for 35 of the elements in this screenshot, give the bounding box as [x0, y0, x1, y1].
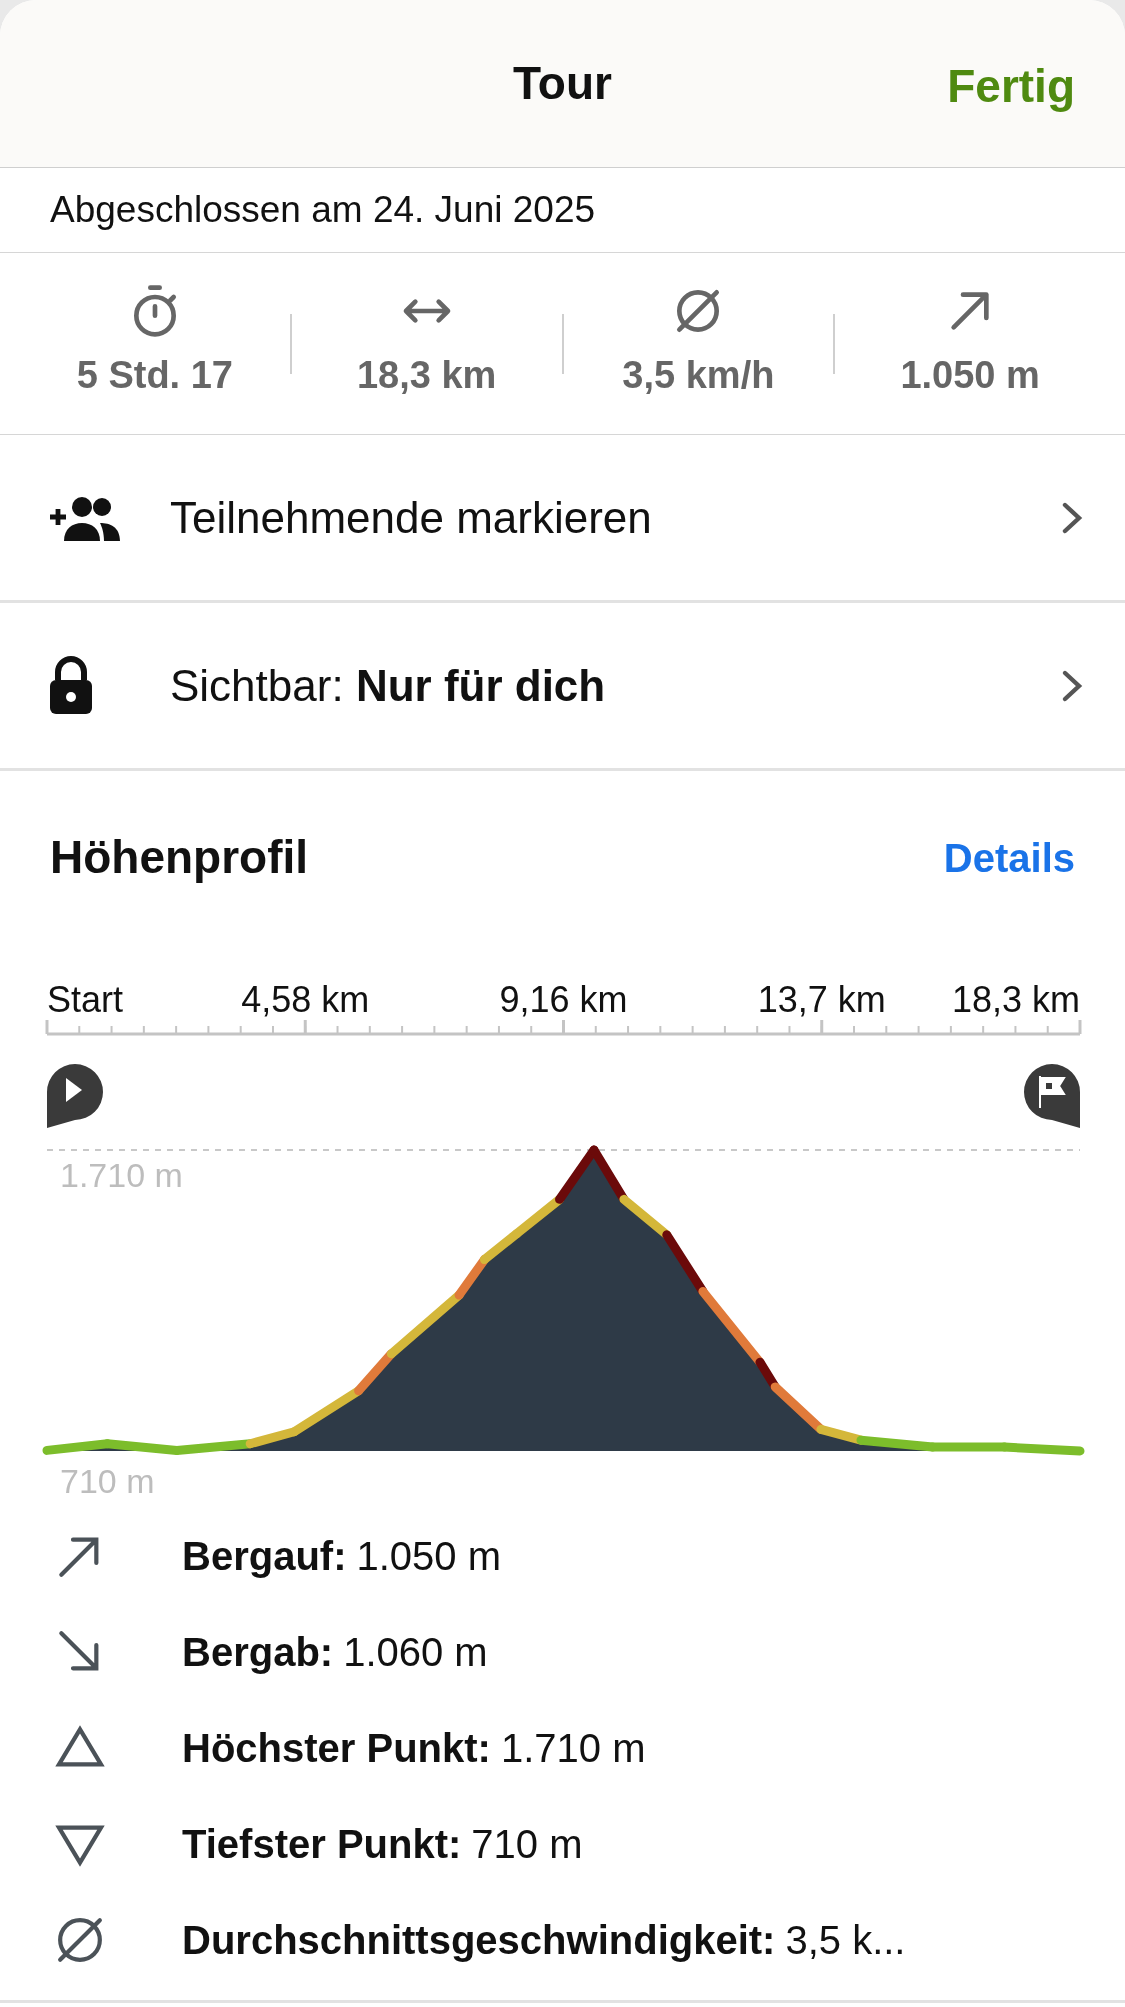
summary-value: 710 m [471, 1821, 583, 1868]
action-label: Teilnehmende markieren [170, 491, 653, 544]
distance-label: 9,16 km [499, 979, 628, 1020]
summary-label: Bergab: [182, 1629, 334, 1676]
completion-date: Abgeschlossen am 24. Juni 2025 [50, 188, 596, 233]
section-title: Höhenprofil [50, 830, 309, 885]
summary-value: 3,5 k... [785, 1917, 906, 1964]
summary-value: 1.050 m [356, 1533, 501, 1580]
distance-label: 13,7 km [757, 979, 886, 1020]
elevation-label: 710 m [60, 1462, 155, 1500]
details-link[interactable]: Details [943, 827, 1075, 888]
stat-value: 5 Std. 17 [76, 353, 233, 398]
action-row[interactable]: Sichtbar: Nur für dich [0, 603, 1125, 771]
chevron-right-icon [1061, 668, 1083, 703]
chevron-right-icon [1061, 500, 1083, 535]
finish-flag-marker-icon [1024, 1064, 1080, 1128]
summary-label: Tiefster Punkt: [182, 1821, 462, 1868]
summary-value: 1.710 m [500, 1725, 646, 1772]
distance-label: 18,3 km [951, 979, 1080, 1020]
summary-label: Durchschnittsgeschwindigkeit: [182, 1917, 776, 1964]
action-row[interactable]: Teilnehmende markieren [0, 435, 1125, 603]
lock-icon [48, 655, 94, 716]
summary-value: 1.060 m [343, 1629, 488, 1676]
stat-value: 1.050 m [900, 353, 1040, 398]
summary-label: Höchster Punkt: [182, 1725, 491, 1772]
done-button[interactable]: Fertig [947, 52, 1075, 121]
window-title: Tour [513, 56, 612, 111]
action-label: Sichtbar: Nur für dich [170, 659, 607, 712]
elevation-label: 1.710 m [60, 1156, 183, 1194]
stat-value: 3,5 km/h [622, 353, 775, 398]
stat-value: 18,3 km [356, 353, 497, 398]
summary-label: Bergauf: [182, 1533, 347, 1580]
distance-label: 4,58 km [241, 979, 370, 1020]
start-marker-icon [47, 1064, 103, 1128]
distance-label: Start [47, 979, 124, 1020]
